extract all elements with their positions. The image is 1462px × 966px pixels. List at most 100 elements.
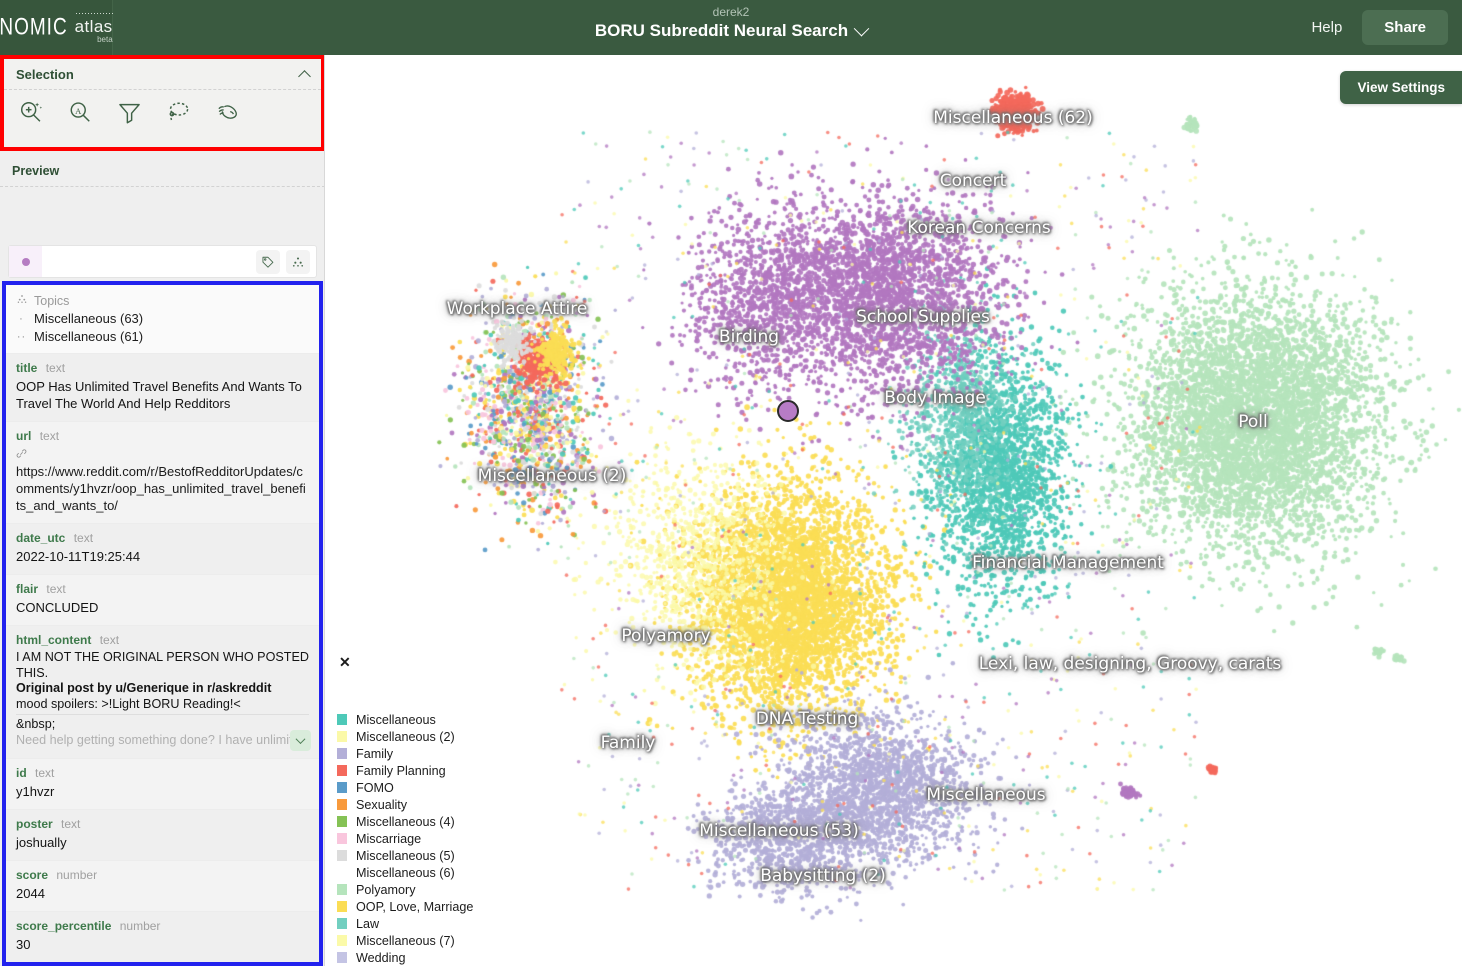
legend-color-swatch: [337, 833, 347, 844]
field-row: score number 2044: [6, 860, 319, 912]
field-header: flair text: [16, 582, 309, 596]
field-value: 2022-10-11T19:25:44: [16, 549, 141, 564]
legend-item[interactable]: Wedding: [337, 949, 547, 966]
field-key: date_utc: [16, 531, 66, 545]
map-legend: ✕ Miscellaneous Miscellaneous (2) Family Fa…: [337, 655, 547, 966]
field-header: score_percentile number: [16, 919, 309, 933]
legend-item[interactable]: Miscarriage: [337, 830, 547, 847]
legend-label: Miscellaneous (5): [356, 848, 455, 863]
preview-panel-header[interactable]: Preview: [0, 155, 324, 187]
legend-color-swatch: [337, 884, 347, 895]
top-bar-actions: Help Share: [1311, 0, 1448, 55]
topic-item[interactable]: ·· Miscellaneous (61): [16, 329, 309, 344]
chevron-down-glyph: [295, 733, 306, 744]
legend-label: Family Planning: [356, 763, 446, 778]
tag-icon[interactable]: [256, 249, 280, 274]
field-value[interactable]: https://www.reddit.com/r/BestofRedditorU…: [16, 464, 306, 513]
project-title-menu[interactable]: BORU Subreddit Neural Search: [594, 20, 870, 42]
legend-item[interactable]: Family: [337, 745, 547, 762]
field-header: id text: [16, 766, 309, 780]
topic-label: Miscellaneous (61): [34, 329, 144, 344]
legend-item[interactable]: Miscellaneous (6): [337, 864, 547, 881]
field-type: text: [39, 429, 60, 443]
html-content-line: mood spoilers: >!Light BORU Reading!<: [16, 696, 241, 711]
legend-label: Sexuality: [356, 797, 408, 812]
legend-label: Family: [356, 746, 394, 761]
legend-label: FOMO: [356, 780, 394, 795]
legend-color-swatch: [337, 918, 347, 929]
view-settings-button[interactable]: View Settings: [1340, 71, 1462, 104]
preview-row[interactable]: [8, 245, 317, 278]
legend-item[interactable]: Polyamory: [337, 881, 547, 898]
selection-panel-header[interactable]: Selection: [4, 59, 321, 90]
preview-point-dot: [21, 257, 30, 266]
nomic-atlas-logo[interactable]: NOMIC atlas beta: [0, 0, 113, 55]
logo-atlas-group: atlas beta: [74, 11, 113, 44]
legend-color-swatch: [337, 935, 347, 946]
page-title: BORU Subreddit Neural Search: [594, 21, 849, 40]
html-content-body: I AM NOT THE ORIGINAL PERSON WHO POSTED …: [16, 650, 311, 751]
filter-icon[interactable]: [116, 99, 143, 126]
field-row: score_percentile number 30: [6, 911, 319, 962]
field-header: score number: [16, 868, 309, 882]
logo-atlas-text: atlas: [74, 16, 113, 36]
project-title-block: derek2 BORU Subreddit Neural Search: [0, 5, 1462, 42]
legend-item[interactable]: Miscellaneous (5): [337, 847, 547, 864]
field-row: url text https://www.reddit.com/r/Bestof…: [6, 422, 319, 524]
legend-item[interactable]: FOMO: [337, 779, 547, 796]
legend-item[interactable]: Sexuality: [337, 796, 547, 813]
topics-icon: [16, 293, 28, 308]
legend-item[interactable]: Miscellaneous: [337, 711, 547, 728]
hand-select-icon[interactable]: [214, 99, 242, 126]
legend-item[interactable]: Miscellaneous (4): [337, 813, 547, 830]
html-content-line: &nbsp;: [16, 717, 56, 732]
field-value: y1hvzr: [16, 783, 55, 799]
field-type: number: [119, 918, 161, 933]
legend-item[interactable]: Miscellaneous (7): [337, 932, 547, 949]
close-icon[interactable]: ✕: [339, 655, 351, 669]
text-search-icon[interactable]: A: [67, 99, 94, 126]
legend-label: Miscellaneous (2): [356, 729, 455, 744]
legend-item[interactable]: OOP, Love, Marriage: [337, 898, 547, 915]
legend-color-swatch: [337, 731, 347, 742]
legend-color-swatch: [337, 782, 347, 793]
topic-item[interactable]: · Miscellaneous (63): [16, 311, 309, 326]
legend-item[interactable]: Miscellaneous (2): [337, 728, 547, 745]
link-icon: [16, 446, 27, 463]
field-key: title: [16, 361, 38, 375]
field-type: number: [56, 867, 98, 882]
legend-item[interactable]: Family Planning: [337, 762, 547, 779]
field-key: flair: [16, 582, 39, 596]
field-key: score_percentile: [16, 918, 112, 933]
topics-icon[interactable]: [286, 249, 310, 274]
field-row: flair text CONCLUDED: [6, 575, 319, 626]
share-button[interactable]: Share: [1362, 10, 1448, 45]
legend-label: Miscellaneous (7): [356, 933, 455, 948]
legend-color-swatch: [337, 901, 347, 912]
field-type: text: [99, 633, 120, 647]
field-value-url-row: https://www.reddit.com/r/BestofRedditorU…: [16, 446, 309, 514]
field-header: title text: [16, 361, 309, 375]
field-header: date_utc text: [16, 531, 309, 545]
legend-color-swatch: [337, 816, 347, 827]
chevron-down-icon[interactable]: [290, 729, 311, 751]
selected-point-marker[interactable]: [777, 400, 799, 422]
embedding-map[interactable]: View Settings Miscellaneous (62) Concert K…: [325, 55, 1462, 966]
field-type: text: [73, 531, 94, 545]
chevron-down-icon: [853, 20, 870, 36]
field-key: poster: [16, 816, 53, 831]
legend-label: Miscellaneous (4): [356, 814, 455, 829]
html-content-line: Original post by u/Generique in r/askred…: [16, 681, 272, 696]
field-header: url text: [16, 429, 309, 443]
selection-panel: Selection A: [0, 55, 324, 151]
html-content-divider: [16, 714, 309, 716]
field-key: url: [16, 429, 32, 443]
chevron-up-icon[interactable]: [298, 69, 311, 83]
legend-item[interactable]: Law: [337, 915, 547, 932]
vector-search-icon[interactable]: [18, 99, 45, 126]
field-value: joshually: [16, 834, 67, 850]
field-value: 2044: [16, 885, 45, 901]
legend-color-swatch: [337, 714, 347, 725]
help-link[interactable]: Help: [1311, 19, 1342, 36]
lasso-select-icon[interactable]: [165, 99, 192, 126]
